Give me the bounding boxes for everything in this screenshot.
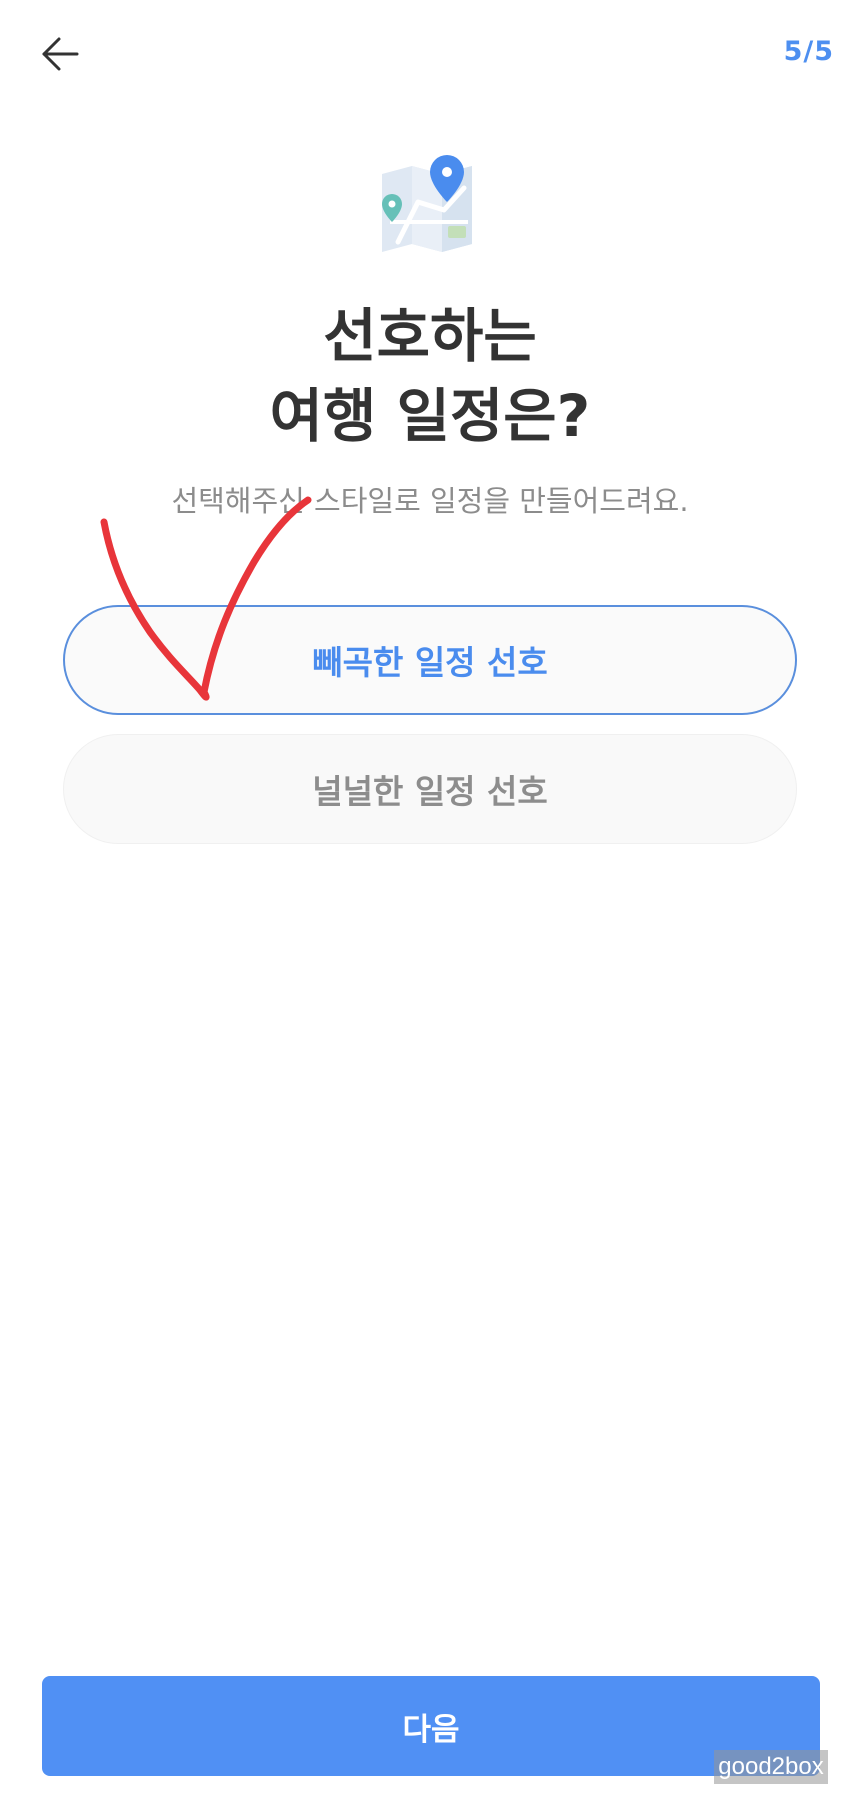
arrow-left-icon [42,37,79,71]
next-button[interactable]: 다음 [42,1676,820,1776]
map-pins-icon [368,152,488,264]
red-checkmark-annotation [100,496,312,701]
title-line-1: 선호하는 [323,302,537,370]
step-indicator: 5/5 [783,36,834,67]
option-packed-schedule[interactable]: 빼곡한 일정 선호 [63,605,797,715]
title-line-2: 여행 일정은? [269,382,591,450]
page-title: 선호하는 여행 일정은? [0,296,860,456]
option-label: 널널한 일정 선호 [312,772,548,811]
page-subtitle: 선택해주신 스타일로 일정을 만들어드려요. [171,484,689,518]
watermark: good2box [714,1750,828,1784]
option-relaxed-schedule[interactable]: 널널한 일정 선호 [63,734,797,844]
option-label: 빼곡한 일정 선호 [312,643,548,682]
back-button[interactable] [36,30,84,78]
next-button-label: 다음 [402,1711,460,1748]
